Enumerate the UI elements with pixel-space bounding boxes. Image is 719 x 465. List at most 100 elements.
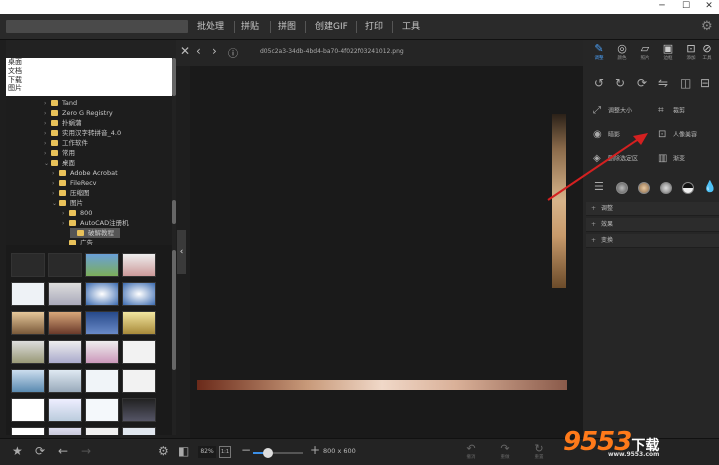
thumbnail[interactable]: [48, 369, 82, 393]
back-arrow-icon[interactable]: ←: [58, 444, 68, 458]
quick-item-documents[interactable]: 文档: [8, 67, 172, 76]
thumbnail[interactable]: [122, 369, 156, 393]
address-bar[interactable]: [6, 20, 188, 33]
quick-item-pictures[interactable]: 图片: [8, 84, 172, 93]
minimize-button[interactable]: ─: [649, 0, 675, 14]
thumbnail[interactable]: [48, 282, 82, 306]
thumbnail[interactable]: [11, 253, 45, 277]
info-icon[interactable]: ⓘ: [228, 45, 238, 60]
thumbnail[interactable]: [85, 253, 119, 277]
tree-node[interactable]: › AutoCAD注册机: [62, 218, 129, 228]
tree-node[interactable]: › 扑蜗蒲: [44, 118, 82, 128]
rotate-left-icon[interactable]: ↺: [594, 76, 604, 90]
option-resize[interactable]: ⤢ 调整大小: [593, 104, 632, 118]
menu-tools[interactable]: 工具: [402, 20, 420, 34]
zoom-slider[interactable]: [253, 448, 303, 458]
option-crop[interactable]: ⌗ 裁剪: [658, 104, 685, 118]
chevron-right-icon[interactable]: ›: [62, 219, 69, 229]
thumbnail[interactable]: [122, 253, 156, 277]
undo-button[interactable]: ↶ 撤消: [459, 442, 483, 461]
thumbnail[interactable]: [122, 282, 156, 306]
tree-node[interactable]: › 800: [62, 208, 92, 218]
previous-image-icon[interactable]: ‹: [196, 44, 201, 58]
tree-node[interactable]: › 工作软件: [44, 138, 88, 148]
tab-border[interactable]: ▣ 边框: [658, 42, 678, 62]
thumbnail[interactable]: [48, 427, 82, 435]
menu-batch[interactable]: 批处理: [197, 20, 224, 34]
mirror-icon[interactable]: ◫: [680, 76, 691, 90]
mirror-vertical-icon[interactable]: ⊟: [700, 76, 710, 90]
tab-tools[interactable]: ⊘ 工具: [697, 42, 717, 62]
tree-node[interactable]: › Zero G Registry: [44, 108, 113, 118]
panel-toggle-icon[interactable]: ◧: [178, 444, 189, 458]
forward-arrow-icon[interactable]: →: [81, 444, 91, 458]
menu-create-gif[interactable]: 创建GIF: [315, 20, 348, 34]
favorite-star-icon[interactable]: ★: [12, 444, 23, 458]
chevron-down-icon[interactable]: ⌄: [52, 199, 59, 209]
zoom-in-icon[interactable]: +: [310, 443, 320, 457]
swatch-light[interactable]: [660, 182, 672, 194]
tree-scrollbar[interactable]: [172, 200, 176, 224]
section-transform[interactable]: + 变换: [586, 234, 719, 248]
zoom-slider-knob[interactable]: [263, 448, 273, 458]
drop-icon[interactable]: 💧: [703, 180, 717, 193]
tree-node[interactable]: ⌄ 桌面: [44, 158, 75, 168]
chevron-down-icon[interactable]: ⌄: [44, 159, 51, 169]
settings-icon[interactable]: ⚙: [158, 444, 169, 458]
tab-color[interactable]: ◎ 颜色: [612, 42, 632, 62]
rotate-right-icon[interactable]: ↻: [615, 76, 625, 90]
thumbnail[interactable]: [11, 340, 45, 364]
tree-node[interactable]: › Tand: [44, 98, 77, 108]
thumbnail[interactable]: [11, 427, 45, 435]
thumbnail[interactable]: [85, 369, 119, 393]
redo-button[interactable]: ↷ 重做: [493, 442, 517, 461]
tree-node[interactable]: › 实用汉字转拼音_4.0: [44, 128, 121, 138]
tree-node[interactable]: › 压缩图: [52, 188, 90, 198]
thumbnail[interactable]: [48, 398, 82, 422]
thumbnail[interactable]: [122, 398, 156, 422]
thumbnail[interactable]: [11, 398, 45, 422]
quick-item-downloads[interactable]: 下载: [8, 76, 172, 85]
tree-node[interactable]: › 常用: [44, 148, 75, 158]
zoom-percentage[interactable]: 82%: [198, 446, 216, 458]
option-gradient[interactable]: ▥ 渐变: [658, 152, 685, 166]
image-canvas[interactable]: [190, 66, 583, 438]
thumbnail[interactable]: [85, 398, 119, 422]
thumbnail[interactable]: [11, 282, 45, 306]
option-portrait[interactable]: ⊡ 人像美容: [658, 128, 697, 142]
zoom-out-icon[interactable]: −: [241, 443, 251, 457]
thumbnail[interactable]: [85, 427, 119, 435]
swatch-contrast[interactable]: [682, 182, 694, 194]
menu-print[interactable]: 打印: [365, 20, 383, 34]
tree-node[interactable]: › FileRecv: [52, 178, 97, 188]
quick-item-desktop[interactable]: 桌面: [8, 58, 172, 67]
tree-node[interactable]: 破解教程: [70, 228, 120, 238]
thumbnail[interactable]: [122, 340, 156, 364]
rotate-free-icon[interactable]: ⟳: [637, 76, 647, 90]
close-button[interactable]: ✕: [696, 0, 719, 14]
thumbnail[interactable]: [122, 427, 156, 435]
collapse-panel-chevron-icon[interactable]: ‹: [177, 230, 186, 274]
thumbnail[interactable]: [48, 253, 82, 277]
thumbnail[interactable]: [48, 311, 82, 335]
reset-button[interactable]: ↻ 重置: [527, 442, 551, 461]
thumbnail[interactable]: [85, 311, 119, 335]
tab-adjust[interactable]: ✎ 调整: [589, 42, 609, 62]
flip-icon[interactable]: ⇋: [658, 76, 668, 90]
menu-collage[interactable]: 拼贴: [241, 20, 259, 34]
thumbs-scrollbar[interactable]: [172, 250, 176, 370]
tree-node[interactable]: ⌄ 图片: [52, 198, 83, 208]
actual-size-button[interactable]: 1:1: [219, 446, 231, 458]
section-effects[interactable]: + 效果: [586, 218, 719, 232]
thumbnail[interactable]: [85, 282, 119, 306]
tree-node[interactable]: › Adobe Acrobat: [52, 168, 118, 178]
next-image-icon[interactable]: ›: [212, 44, 217, 58]
thumbnail[interactable]: [11, 311, 45, 335]
tab-photo[interactable]: ▱ 照片: [635, 42, 655, 62]
close-image-icon[interactable]: ✕: [180, 44, 190, 58]
thumbnail[interactable]: [11, 369, 45, 393]
menu-combine[interactable]: 拼图: [278, 20, 296, 34]
thumbnail[interactable]: [48, 340, 82, 364]
thumbnail[interactable]: [85, 340, 119, 364]
refresh-icon[interactable]: ⟳: [35, 444, 45, 458]
